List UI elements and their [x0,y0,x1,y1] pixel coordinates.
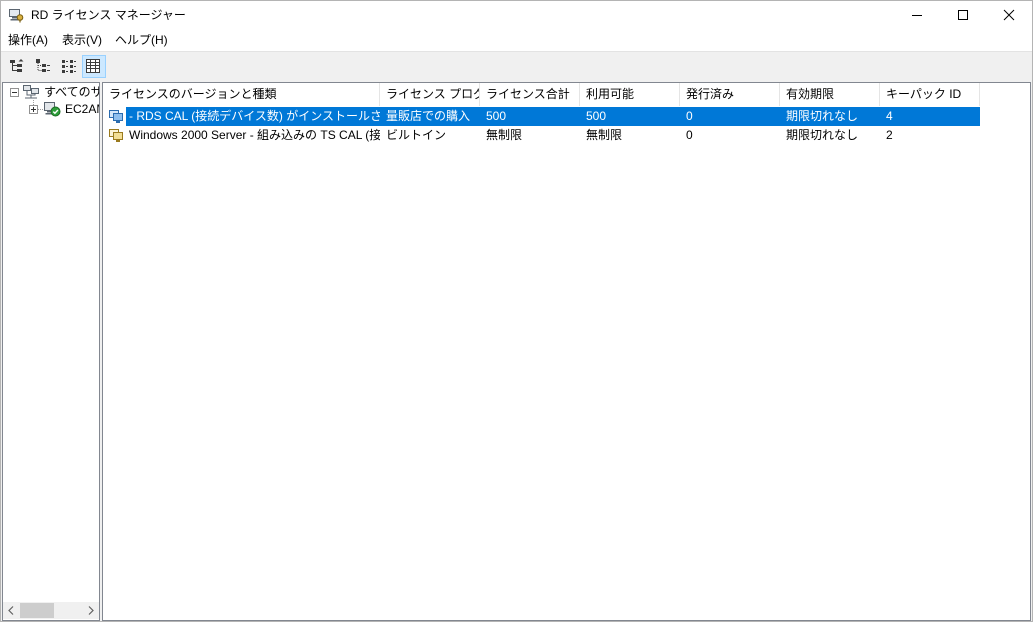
minimize-icon [912,15,922,16]
app-window: RD ライセンス マネージャー 操作(A) 表示(V) ヘルプ(H) すべてのサ… [0,0,1033,622]
license-list-pane[interactable]: ライセンスのバージョンと種類 ライセンス プログ... ライセンス合計 利用可能… [102,82,1031,621]
cell-version-type: - RDS CAL (接続デバイス数) がインストールされました [129,109,380,123]
column-header-available[interactable]: 利用可能 [580,83,680,106]
tree-pane[interactable]: すべてのサ EC2AM [2,82,100,621]
content-area: すべてのサ EC2AM [0,81,1033,622]
menu-view[interactable]: 表示(V) [60,32,104,49]
cell-issued: 0 [686,109,693,123]
list-row[interactable]: - RDS CAL (接続デバイス数) がインストールされました 量販店での購入… [103,107,1030,126]
tree-child-expander[interactable] [29,105,38,114]
list-row[interactable]: Windows 2000 Server - 組み込みの TS CAL (接...… [103,126,1030,145]
cell-keypack-id: 2 [886,128,893,142]
close-icon [1003,9,1015,21]
close-button[interactable] [986,0,1032,30]
cell-keypack-id: 4 [886,109,893,123]
show-tree-button[interactable] [32,55,56,78]
window-title: RD ライセンス マネージャー [31,8,186,22]
tree-root-expander[interactable] [10,88,19,97]
cell-available: 500 [586,109,607,123]
expander-minus-bar [12,92,17,93]
tree-view-icon [35,58,51,74]
title-bar[interactable]: RD ライセンス マネージャー [0,0,1033,30]
tree-root-label[interactable]: すべてのサ [44,85,99,100]
builtin-cal-icon [108,127,124,143]
cell-expiration: 期限切れなし [786,109,859,123]
cell-total: 無制限 [486,128,523,142]
tree-child-label[interactable]: EC2AM [65,102,99,117]
scroll-left-button[interactable] [3,602,20,619]
scroll-right-button[interactable] [82,602,99,619]
menu-help[interactable]: ヘルプ(H) [113,32,170,49]
maximize-button[interactable] [940,0,986,30]
chevron-right-icon [88,606,94,615]
cell-total: 500 [486,109,507,123]
maximize-icon [958,10,968,20]
tree-up-icon [9,58,25,74]
toolbar [0,51,1033,81]
details-view-icon [85,58,101,74]
list-header: ライセンスのバージョンと種類 ライセンス プログ... ライセンス合計 利用可能… [103,83,1030,106]
license-server-activated-icon [43,101,61,117]
expander-plus-bar [33,107,34,112]
cell-expiration: 期限切れなし [786,128,859,142]
cell-version-type: Windows 2000 Server - 組み込みの TS CAL (接... [129,128,380,142]
server-group-icon [22,84,40,100]
tree-horizontal-scrollbar[interactable] [3,602,99,619]
cell-license-program: 量販店での購入 [386,109,471,123]
minimize-button[interactable] [894,0,940,30]
column-header-total[interactable]: ライセンス合計 [480,83,580,106]
column-header-issued[interactable]: 発行済み [680,83,780,106]
license-manager-icon [8,7,24,23]
cell-available: 無制限 [586,128,623,142]
column-header-version-type[interactable]: ライセンスのバージョンと種類 [103,83,380,106]
column-header-keypack-id[interactable]: キーパック ID [880,83,980,106]
rds-cal-icon [108,108,124,124]
up-one-level-button[interactable] [6,55,30,78]
menu-action[interactable]: 操作(A) [6,32,50,49]
column-header-license-program[interactable]: ライセンス プログ... [380,83,480,106]
column-header-filler [980,83,1030,106]
scroll-thumb[interactable] [20,603,54,618]
details-view-button[interactable] [82,55,106,78]
column-header-expiration[interactable]: 有効期限 [780,83,880,106]
list-view-button[interactable] [58,55,82,78]
menu-bar: 操作(A) 表示(V) ヘルプ(H) [0,30,1033,51]
cell-issued: 0 [686,128,693,142]
chevron-left-icon [8,606,14,615]
list-view-icon [61,58,77,74]
cell-license-program: ビルトイン [386,128,447,142]
